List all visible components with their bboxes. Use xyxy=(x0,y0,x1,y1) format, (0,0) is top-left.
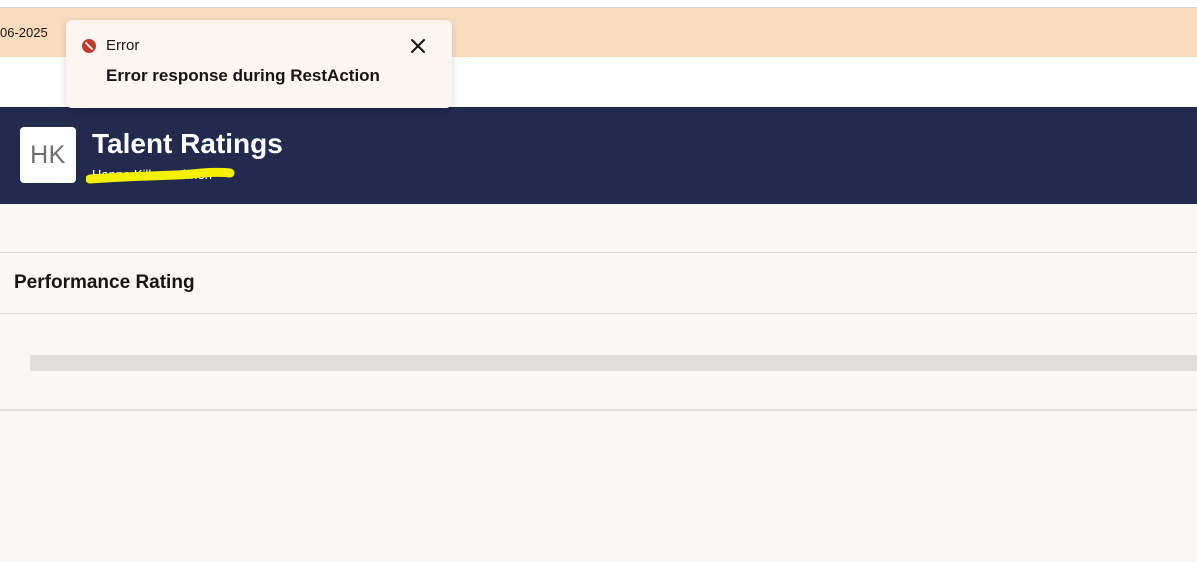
content-spacer xyxy=(0,204,1197,252)
loading-skeleton xyxy=(30,355,1197,371)
close-icon xyxy=(411,39,425,53)
toast-message: Error response during RestAction xyxy=(106,66,380,85)
banner-date-text: 06-2025 xyxy=(0,25,48,40)
error-toast: Error Error response during RestAction xyxy=(66,20,452,108)
close-button[interactable] xyxy=(406,34,430,58)
performance-rating-section-body xyxy=(0,314,1197,411)
top-edge xyxy=(0,0,1197,8)
section-title: Performance Rating xyxy=(14,272,195,293)
toast-type-label: Error xyxy=(106,37,140,54)
redaction-highlight xyxy=(86,167,235,184)
performance-rating-section-header: Performance Rating xyxy=(0,252,1197,314)
avatar[interactable]: HK xyxy=(20,127,76,183)
error-icon xyxy=(82,39,96,53)
page-header: HK Talent Ratings Hanna Kilkenashnen xyxy=(0,107,1197,204)
page-title: Talent Ratings xyxy=(92,128,283,159)
